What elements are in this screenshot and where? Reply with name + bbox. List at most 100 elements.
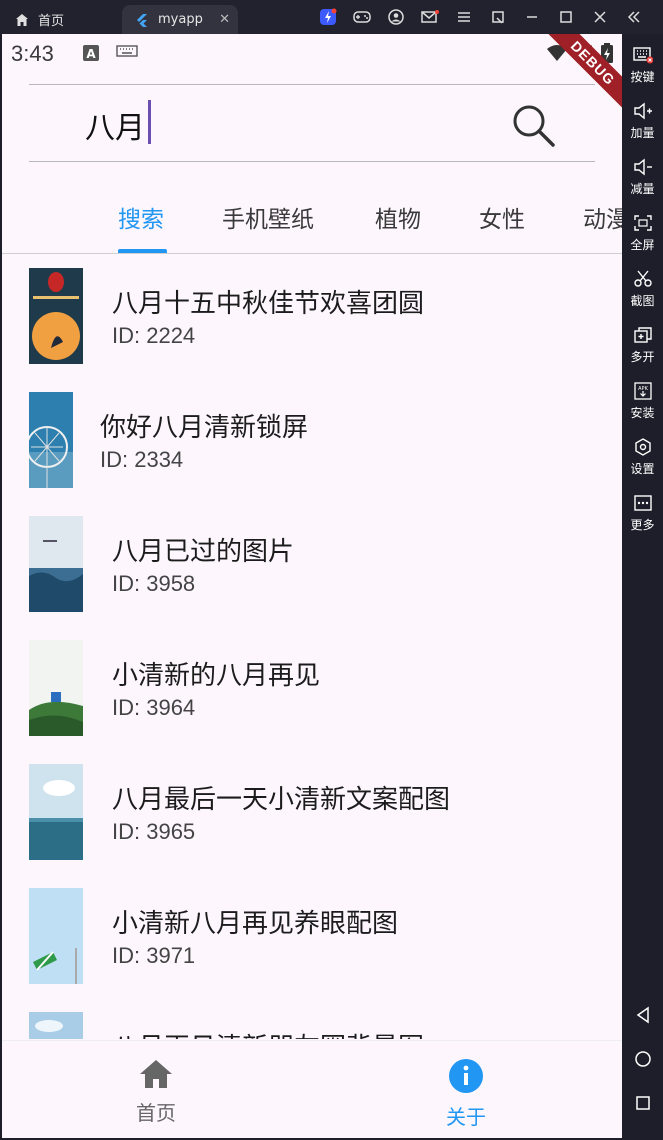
result-item[interactable]: 小清新的八月再见 ID: 3964 [2,627,622,751]
result-thumbnail [29,516,83,612]
account-icon[interactable] [379,8,413,26]
search-input[interactable]: 八月 [85,103,145,147]
status-time: 3:43 [11,41,54,66]
keyboard-icon [116,45,138,57]
sidebar-volume-down-label: 减量 [630,182,655,196]
tab-phone-wallpaper[interactable]: 手机壁纸 [222,200,314,234]
result-title: 八月最后一天小清新文案配图 [112,785,451,815]
emulator-app-tab[interactable]: myapp ✕ [122,5,238,34]
emulator-sidebar: 按键 加量 减量 全屏 截图 多开 APK 安装 设置 更多 [622,34,663,1140]
home-circle-icon [634,1051,651,1067]
sidebar-volume-up-label: 加量 [630,126,655,140]
gamepad-icon[interactable] [345,8,379,26]
tab-plants[interactable]: 植物 [375,200,421,234]
emulator-home-tab[interactable]: 首页 [14,5,64,34]
sidebar-fullscreen-button[interactable]: 全屏 [622,214,663,266]
result-id: ID: 2224 [112,323,196,348]
result-item[interactable]: 小清新八月再见养眼配图 ID: 3971 [2,875,622,999]
sidebar-screenshot-label: 截图 [630,294,655,308]
result-title: 小清新的八月再见 [112,661,321,691]
sidebar-keymap-label: 按键 [630,70,655,84]
more-icon [633,495,652,511]
result-id: ID: 3971 [112,943,196,968]
close-tab-icon[interactable]: ✕ [219,12,230,27]
search-results-list[interactable]: 八月十五中秋佳节欢喜团圆 ID: 2224 你好八月清新锁屏 ID: 2334 … [2,255,622,1039]
result-item[interactable]: 八月十五中秋佳节欢喜团圆 ID: 2224 [2,255,622,379]
sidebar-install-button[interactable]: APK 安装 [622,382,663,434]
sidebar-more-button[interactable]: 更多 [622,494,663,546]
result-item[interactable]: 八月最后一天小清新文案配图 ID: 3965 [2,751,622,875]
android-home-button[interactable] [622,1044,663,1074]
result-id: ID: 3965 [112,819,196,844]
result-title: 八月已过的图片 [112,537,295,567]
boost-icon[interactable] [311,8,345,26]
android-back-button[interactable] [622,1000,663,1030]
multi-instance-icon [633,327,652,343]
result-id: ID: 3958 [112,571,196,596]
keyboard-input-icon: A [83,45,99,61]
result-title: 八月再见清新朋友圈背景图 [112,1027,424,1039]
emulator-window: 首页 myapp ✕ 按键 加量 减量 全屏 截图 多开 APK 安装 设置 更… [0,0,663,1140]
result-thumbnail [29,1012,83,1039]
sidebar-volume-up-button[interactable]: 加量 [622,102,663,154]
tab-search[interactable]: 搜索 [118,200,164,234]
mail-icon[interactable] [413,8,447,26]
result-id: ID: 3964 [112,695,196,720]
search-icon[interactable] [509,101,557,149]
result-item[interactable]: 八月再见清新朋友圈背景图 [2,999,622,1039]
sidebar-volume-down-button[interactable]: 减量 [622,158,663,210]
active-tab-indicator [118,249,167,253]
result-item[interactable]: 你好八月清新锁屏 ID: 2334 [2,379,622,503]
nav-home[interactable]: 首页 [116,1059,196,1126]
close-window-icon[interactable] [583,8,617,26]
sidebar-more-label: 更多 [630,518,655,532]
sidebar-settings-label: 设置 [630,462,655,476]
result-item[interactable]: 八月已过的图片 ID: 3958 [2,503,622,627]
category-tabs: 搜索 手机壁纸 植物 女性 动漫 [2,184,622,254]
info-icon [449,1059,483,1093]
sidebar-multi-instance-button[interactable]: 多开 [622,326,663,378]
nav-about-label: 关于 [446,1105,486,1129]
result-id: ID: 2334 [100,447,184,472]
nav-about[interactable]: 关于 [426,1059,506,1130]
svg-text:A: A [86,47,96,61]
volume-down-icon [633,158,652,176]
result-title: 你好八月清新锁屏 [100,413,309,443]
status-bar: 3:43 A [2,34,622,78]
home-icon [140,1060,172,1088]
result-thumbnail [29,268,83,364]
menu-icon[interactable] [447,8,481,26]
result-thumbnail [29,764,83,860]
volume-up-icon [633,102,652,120]
tab-anime[interactable]: 动漫 [583,200,622,234]
result-title: 八月十五中秋佳节欢喜团圆 [112,289,425,319]
back-triangle-icon [636,1006,649,1024]
sidebar-settings-button[interactable]: 设置 [622,438,663,490]
sidebar-fullscreen-label: 全屏 [630,238,655,252]
fullscreen-icon [633,215,652,231]
status-notification-icons: A [82,44,138,62]
restore-window-icon[interactable] [481,8,515,26]
search-bar: 八月 [29,84,595,162]
emulator-title-bar: 首页 myapp ✕ [0,0,663,34]
flutter-icon [134,12,150,28]
tab-women[interactable]: 女性 [479,200,525,234]
minimize-icon[interactable] [515,8,549,26]
collapse-sidebar-icon[interactable] [617,8,651,26]
apk-install-icon: APK [633,382,652,400]
result-thumbnail [29,392,73,488]
keyboard-icon [632,47,653,64]
bottom-navigation: 首页 关于 [2,1040,622,1138]
maximize-icon[interactable] [549,8,583,26]
result-title: 小清新八月再见养眼配图 [112,909,399,939]
text-caret [148,100,151,144]
sidebar-screenshot-button[interactable]: 截图 [622,270,663,322]
sidebar-multi-instance-label: 多开 [630,350,655,364]
settings-icon [634,438,651,456]
emulator-window-controls [311,8,651,26]
home-icon [14,12,30,28]
android-recents-button[interactable] [622,1088,663,1118]
emulator-app-tab-label: myapp [158,12,203,27]
recents-square-icon [635,1096,650,1110]
sidebar-keymap-button[interactable]: 按键 [622,46,663,98]
